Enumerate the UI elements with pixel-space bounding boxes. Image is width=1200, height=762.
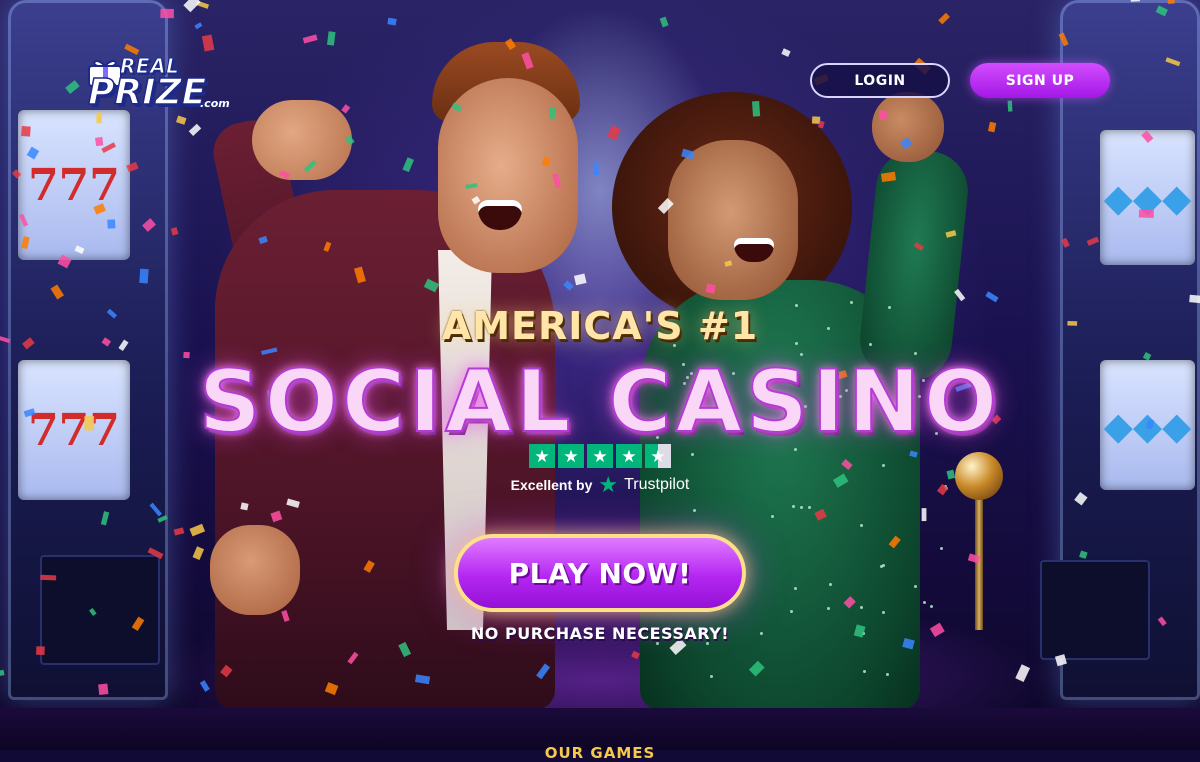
trustpilot-star-icon: ★ (598, 472, 619, 497)
trustpilot-brand: Trustpilot (624, 476, 690, 493)
realprize-logo[interactable]: REAL PRIZE .com (86, 50, 236, 114)
headline-main: SOCIAL CASINO (198, 351, 1002, 453)
star-icon: ★ (558, 444, 584, 468)
next-section-strip: OUR GAMES (0, 708, 1200, 762)
play-now-button[interactable]: PLAY NOW! (454, 534, 746, 612)
sparkle (881, 610, 885, 614)
trustpilot-rating[interactable]: Excellent by ★ Trustpilot (0, 474, 1200, 496)
logo-main-text: PRIZE (87, 71, 207, 114)
star-icon: ★ (616, 444, 642, 468)
sparkle (828, 583, 832, 587)
half-star-icon: ★ (645, 444, 671, 468)
section-heading: OUR GAMES (544, 744, 656, 762)
sparkle (859, 605, 863, 609)
login-button[interactable]: LOGIN (810, 63, 950, 98)
right-slot-reels-top: ◆◆◆ (1100, 130, 1195, 265)
sparkle (826, 606, 830, 610)
rating-label: Excellent by (510, 477, 593, 493)
star-icon: ★ (587, 444, 613, 468)
left-slot-reels-top: 777 (18, 110, 130, 260)
headline-top: AMERICA'S #1 (441, 304, 759, 348)
trustpilot-stars: ★ ★ ★ ★ ★ (529, 444, 671, 468)
signup-button[interactable]: SIGN UP (970, 63, 1110, 98)
no-purchase-disclaimer: NO PURCHASE NECESSARY! (470, 624, 730, 643)
logo-suffix-text: .com (200, 97, 230, 110)
star-icon: ★ (529, 444, 555, 468)
